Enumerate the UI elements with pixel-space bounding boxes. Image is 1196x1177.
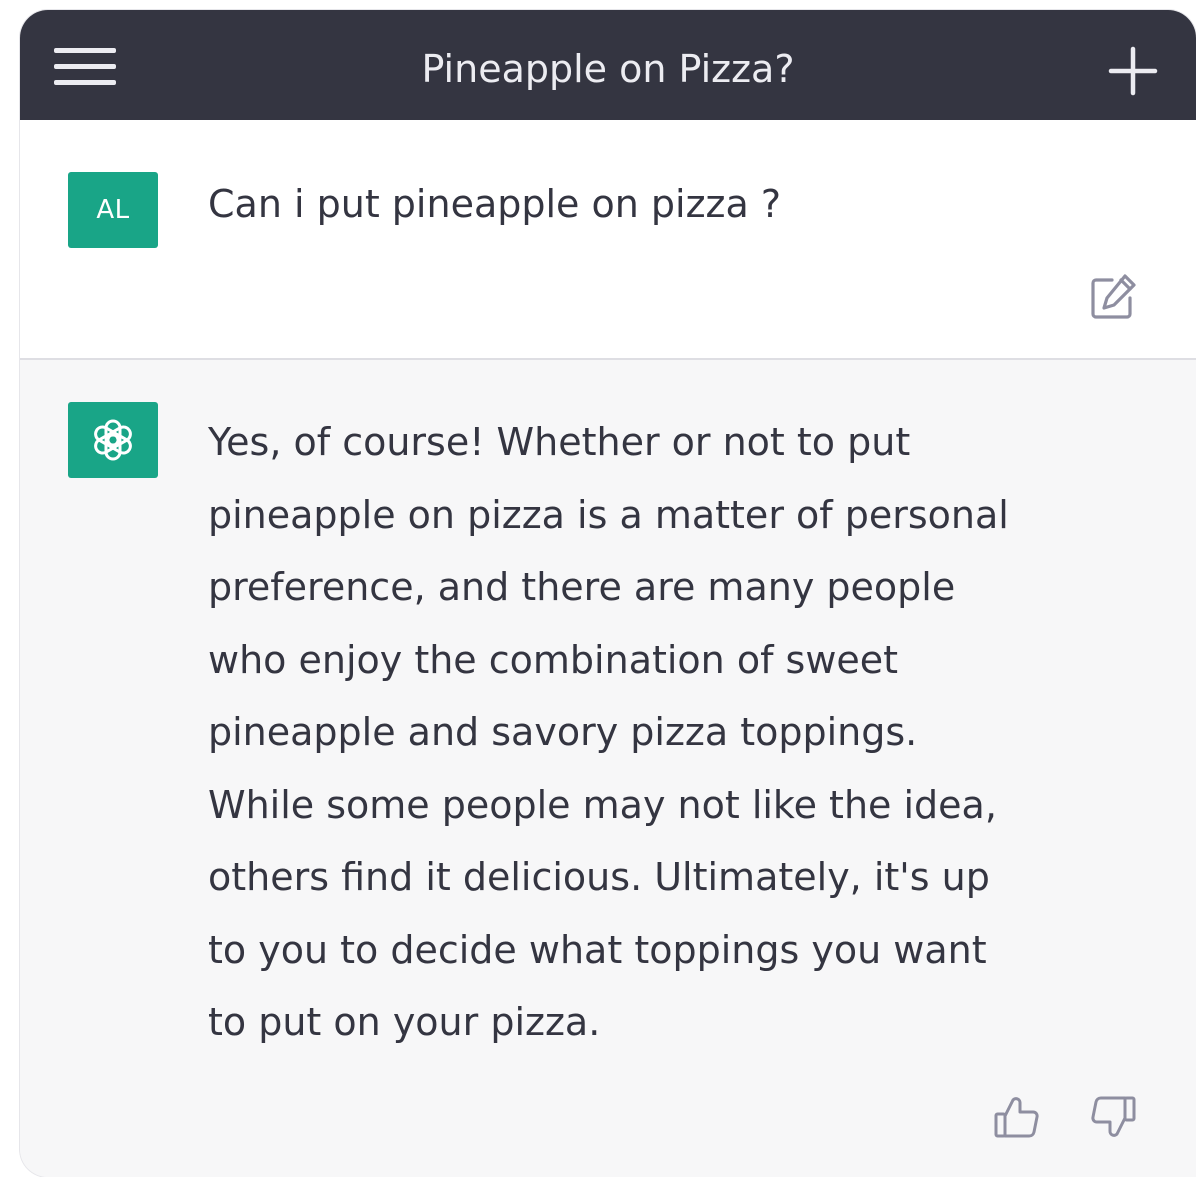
plus-icon[interactable] bbox=[1108, 46, 1158, 96]
thumbs-up-icon[interactable] bbox=[992, 1092, 1042, 1142]
message-line: pineapple on pizza is a matter of person… bbox=[208, 492, 1009, 537]
thumbs-down-icon[interactable] bbox=[1088, 1092, 1138, 1142]
chat-window: Pineapple on Pizza? AL Can i put pineapp… bbox=[20, 10, 1196, 1177]
user-message: AL Can i put pineapple on pizza ? bbox=[20, 120, 1196, 360]
edit-icon[interactable] bbox=[1088, 270, 1140, 322]
message-line: While some people may not like the idea, bbox=[208, 782, 997, 827]
top-bar: Pineapple on Pizza? bbox=[20, 10, 1196, 120]
message-line: who enjoy the combination of sweet bbox=[208, 637, 899, 682]
user-message-text: Can i put pineapple on pizza ? bbox=[208, 182, 782, 226]
hamburger-menu-icon[interactable] bbox=[54, 46, 118, 90]
user-avatar: AL bbox=[68, 172, 158, 248]
message-line: Yes, of course! Whether or not to put bbox=[208, 420, 911, 464]
conversation-title: Pineapple on Pizza? bbox=[421, 47, 795, 91]
assistant-message: Yes, of course! Whether or not to put pi… bbox=[20, 360, 1196, 1177]
message-line: pineapple and savory pizza toppings. bbox=[208, 710, 918, 754]
message-line: to put on your pizza. bbox=[208, 1000, 601, 1044]
message-line: to you to decide what toppings you want bbox=[208, 927, 987, 972]
message-line: others find it delicious. Ultimately, it… bbox=[208, 855, 990, 899]
openai-logo-icon bbox=[68, 402, 158, 478]
assistant-message-text: Yes, of course! Whether or not to put pi… bbox=[208, 406, 1148, 1059]
message-line: preference, and there are many people bbox=[208, 565, 956, 609]
